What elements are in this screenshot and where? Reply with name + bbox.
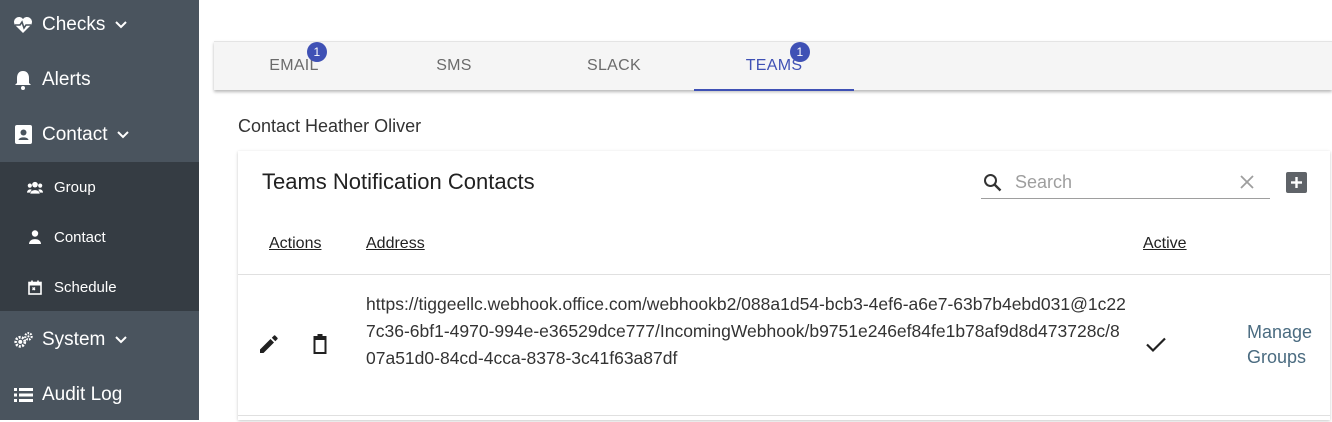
calendar-icon: [27, 279, 43, 295]
list-icon: [13, 385, 33, 405]
nav-item-alerts[interactable]: Alerts: [0, 52, 199, 107]
nav-item-checks[interactable]: Checks: [0, 0, 199, 52]
checkmark-icon: [1145, 333, 1167, 355]
search-icon: [983, 173, 1003, 193]
contact-book-icon: [13, 125, 33, 145]
tab-email[interactable]: EMAIL 1: [214, 42, 374, 90]
heartbeat-icon: [13, 15, 33, 35]
trash-icon[interactable]: [309, 333, 331, 355]
nav-item-contact[interactable]: Contact: [0, 107, 199, 162]
add-contact-button[interactable]: [1286, 172, 1307, 193]
nav-item-audit-log[interactable]: Audit Log: [0, 367, 199, 422]
nav-item-system[interactable]: System: [0, 312, 199, 367]
search-input[interactable]: [1013, 171, 1227, 194]
teams-contacts-card: Teams Notification Contacts Actions Addr…: [238, 151, 1330, 420]
submenu-label-group: Group: [54, 178, 96, 196]
manage-groups-link[interactable]: Manage Groups: [1247, 320, 1312, 370]
tab-label-sms: SMS: [436, 57, 472, 74]
manage-groups-line2: Groups: [1247, 347, 1307, 367]
user-icon: [27, 229, 43, 245]
tab-badge-email: 1: [307, 42, 327, 62]
nav-label-contact: Contact: [42, 123, 108, 145]
users-icon: [27, 179, 43, 195]
submenu-item-schedule[interactable]: Schedule: [0, 262, 199, 312]
bell-icon: [13, 70, 33, 90]
tab-label-slack: SLACK: [587, 57, 641, 74]
column-header-active[interactable]: Active: [1143, 235, 1187, 253]
gears-icon: [13, 330, 33, 350]
chevron-down-icon: [117, 128, 131, 142]
header-divider: [238, 274, 1330, 275]
nav-label-checks: Checks: [42, 13, 106, 35]
column-header-actions[interactable]: Actions: [269, 235, 321, 253]
nav-label-system: System: [42, 328, 106, 350]
nav-label-audit-log: Audit Log: [42, 383, 123, 405]
notification-tabs: EMAIL 1 SMS SLACK TEAMS 1: [214, 41, 1332, 91]
tab-badge-teams: 1: [790, 42, 810, 62]
card-title: Teams Notification Contacts: [262, 169, 535, 194]
chevron-down-icon: [115, 333, 129, 347]
chevron-down-icon: [115, 18, 129, 32]
clear-search-icon[interactable]: [1238, 173, 1256, 191]
contact-submenu: Group Contact Schedule: [0, 162, 199, 311]
search-field: [981, 167, 1270, 199]
submenu-label-schedule: Schedule: [54, 278, 117, 296]
submenu-item-group[interactable]: Group: [0, 162, 199, 212]
plus-box-icon: [1286, 172, 1307, 193]
sidebar: Checks Alerts Contact Group Contact Sche…: [0, 0, 199, 420]
contact-title: Contact Heather Oliver: [238, 116, 422, 136]
nav-label-alerts: Alerts: [42, 68, 91, 90]
submenu-label-contact: Contact: [54, 228, 106, 246]
tab-teams[interactable]: TEAMS 1: [694, 42, 854, 91]
tab-slack[interactable]: SLACK: [534, 42, 694, 90]
top-bar: [199, 0, 1332, 40]
tab-sms[interactable]: SMS: [374, 42, 534, 90]
webhook-address: https://tiggeellc.webhook.office.com/web…: [366, 294, 1126, 368]
column-header-address[interactable]: Address: [366, 235, 425, 253]
edit-icon[interactable]: [258, 333, 280, 355]
manage-groups-line1: Manage: [1247, 322, 1313, 342]
submenu-item-contact[interactable]: Contact: [0, 212, 199, 262]
row-divider: [238, 415, 1330, 416]
